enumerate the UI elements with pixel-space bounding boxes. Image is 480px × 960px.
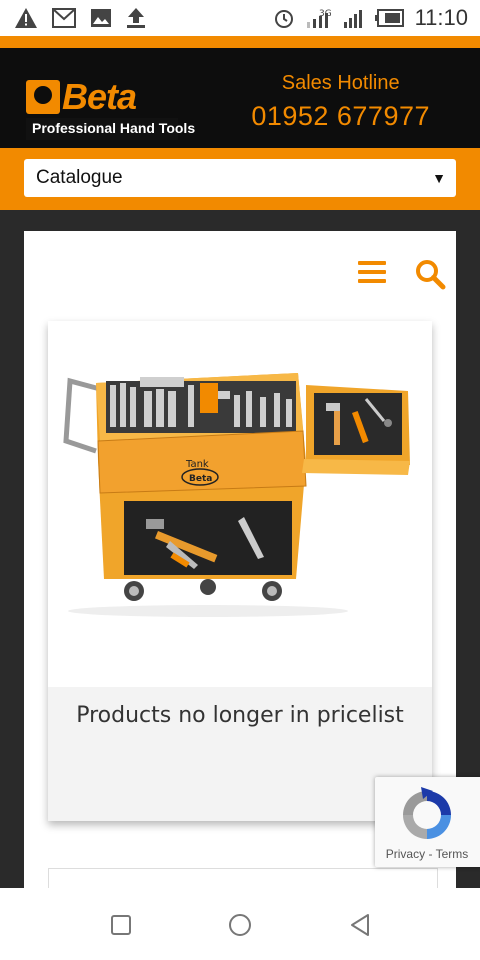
recaptcha-badge[interactable]: Privacy - Terms xyxy=(375,777,480,867)
sales-hotline: Sales Hotline 01952 677977 xyxy=(251,72,430,132)
site-header: Beta Professional Hand Tools Sales Hotli… xyxy=(0,48,480,148)
recaptcha-separator: - xyxy=(425,847,436,861)
warning-icon xyxy=(14,7,38,29)
alarm-icon xyxy=(273,7,295,29)
hotline-number[interactable]: 01952 677977 xyxy=(251,101,430,132)
dropdown-arrow-icon: ▼ xyxy=(432,170,446,186)
orange-top-rule xyxy=(0,36,480,48)
catalogue-select-value: Catalogue xyxy=(36,167,123,188)
notification-icons xyxy=(14,7,146,29)
product-category-card[interactable]: Tank Beta Products no longer in pricelis… xyxy=(48,321,432,821)
system-status: 3G 11:10 xyxy=(273,5,468,31)
nav-toolbar xyxy=(24,231,456,321)
product-image[interactable]: Tank Beta xyxy=(48,321,432,687)
beta-mark-icon xyxy=(26,80,60,114)
triangle-back-icon[interactable] xyxy=(348,912,374,938)
search-icon[interactable] xyxy=(414,258,446,290)
upload-icon xyxy=(126,7,146,29)
hotline-label: Sales Hotline xyxy=(281,72,400,94)
signal-icon xyxy=(343,7,365,29)
battery-icon xyxy=(374,9,405,27)
status-bar: 3G 11:10 xyxy=(0,0,480,36)
svg-text:Beta: Beta xyxy=(189,474,212,484)
system-navigation-bar xyxy=(0,888,480,960)
recaptcha-terms-link[interactable]: Terms xyxy=(436,847,469,861)
signal-icon: 3G xyxy=(305,7,333,29)
gallery-icon xyxy=(90,8,112,28)
catalogue-select[interactable]: Catalogue ▼ xyxy=(24,159,456,197)
beta-logo[interactable]: Beta Professional Hand Tools xyxy=(26,76,195,144)
logo-tagline: Professional Hand Tools xyxy=(26,118,195,140)
circle-home-icon[interactable] xyxy=(227,912,253,938)
svg-text:Tank: Tank xyxy=(185,459,209,470)
logo-word: Beta xyxy=(62,76,137,117)
recaptcha-privacy-link[interactable]: Privacy xyxy=(386,847,425,861)
clock: 11:10 xyxy=(414,5,468,30)
recaptcha-icon xyxy=(397,785,457,845)
caption-text: Products no longer in pricelist xyxy=(76,703,404,728)
recaptcha-links: Privacy - Terms xyxy=(375,847,479,861)
gmail-icon xyxy=(52,8,76,28)
hamburger-menu-icon[interactable] xyxy=(358,261,386,287)
catalogue-band: Catalogue ▼ xyxy=(0,148,480,210)
square-recents-icon[interactable] xyxy=(108,912,134,938)
